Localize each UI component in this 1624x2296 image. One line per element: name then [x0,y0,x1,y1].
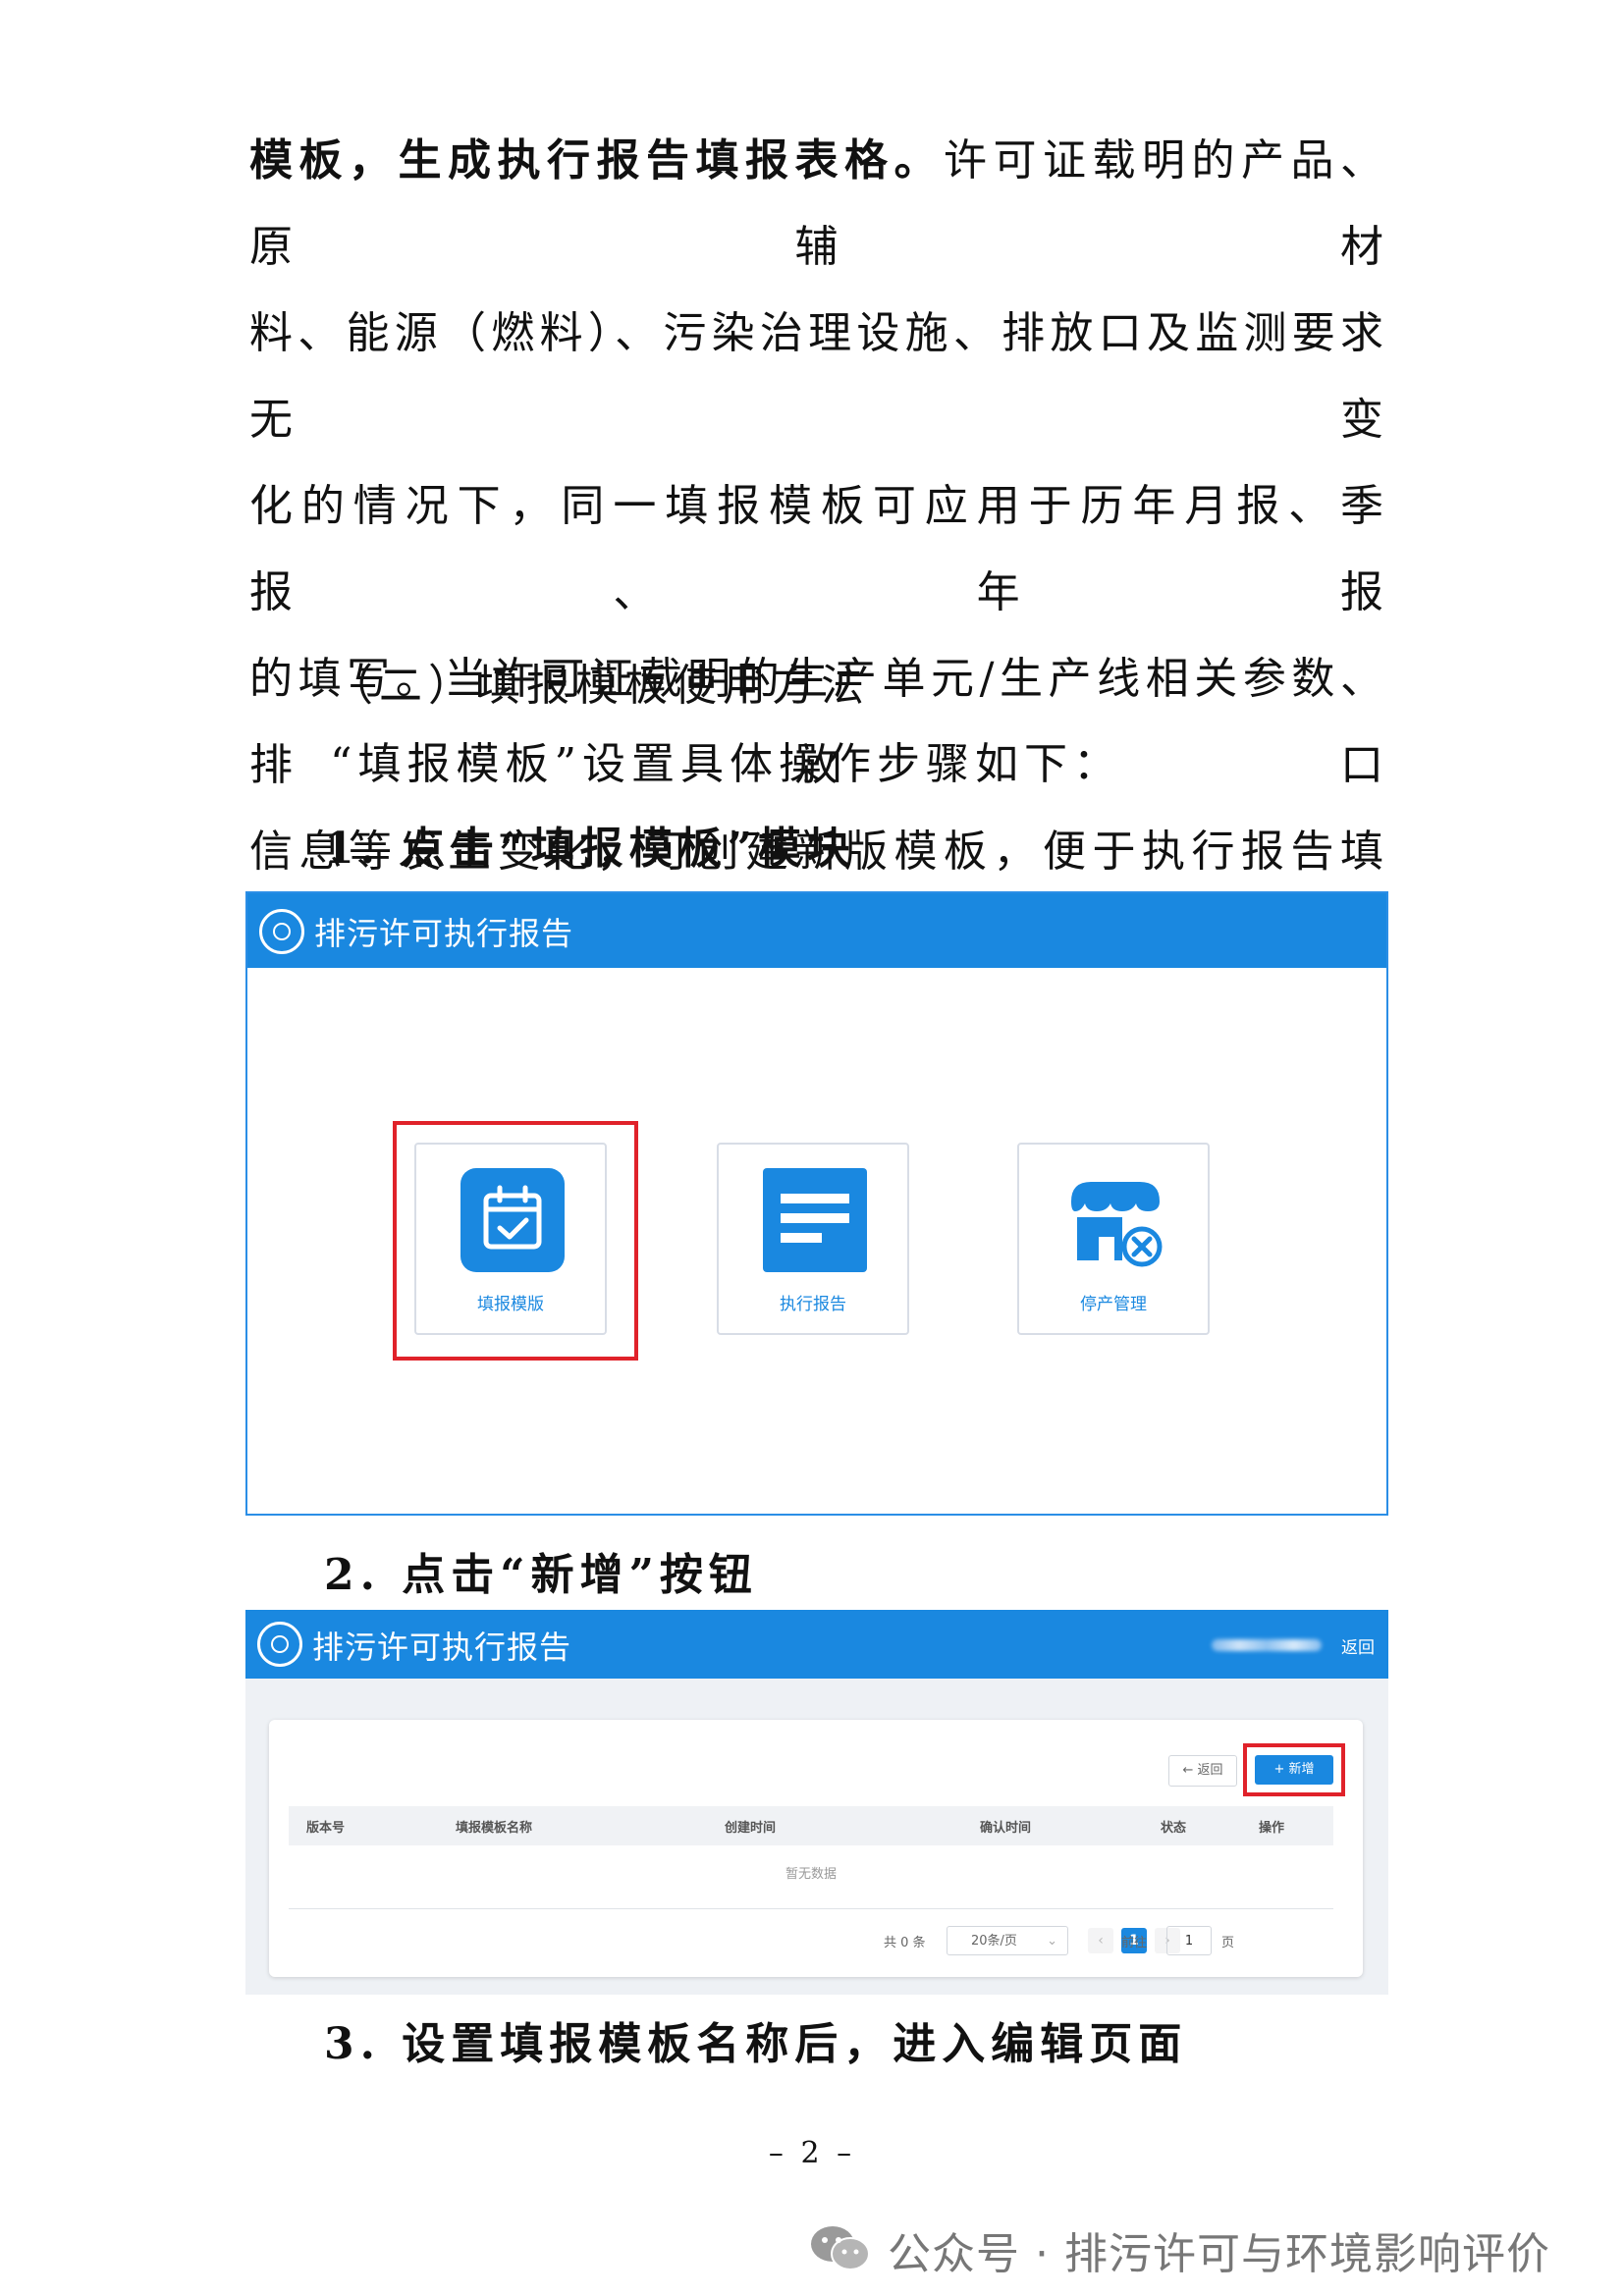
step-3-heading: 3. 设置填报模板名称后，进入编辑页面 [324,2008,1187,2071]
app-title: 排污许可执行报告 [312,1629,572,1666]
prev-page-button[interactable]: ‹ [1088,1928,1113,1953]
col-created: 创建时间 [725,1821,777,1836]
app-header: 排污许可执行报告 返回 [245,1610,1388,1679]
page-unit: 页 [1221,1936,1235,1950]
page-number: – 2 – [768,2136,856,2170]
step-1-number: 1. [324,824,381,874]
goto-page-input[interactable]: 1 [1166,1926,1212,1955]
step-3-number: 3. [324,2019,381,2069]
wechat-icon [811,2226,870,2270]
page-size-value: 20条/页 [971,1934,1017,1949]
template-list-card: ← 返回 + 新增 版本号 填报模板名称 创建时间 确认时间 状态 操作 暂无数… [269,1720,1363,1977]
col-template-name: 填报模板名称 [456,1821,533,1836]
table-divider [289,1908,1333,1909]
highlight-box [1243,1743,1345,1796]
back-button[interactable]: ← 返回 [1168,1755,1237,1787]
goto-label-visible: 前往 [1121,1936,1148,1950]
step-2-text: 点击“新增”按钮 [402,1550,758,1600]
paragraph-line-1: 模板，生成执行报告填报表格。许可证载明的产品、原辅材 [249,118,1388,291]
step-1-text: 点击“填报模板”模块 [402,824,856,874]
step-2-heading: 2. 点击“新增”按钮 [324,1539,758,1602]
step-3-text: 设置填报模板名称后，进入编辑页面 [402,2019,1188,2069]
col-actions: 操作 [1259,1821,1285,1836]
header-back-link[interactable]: 返回 [1341,1633,1375,1658]
mee-logo-icon [257,1622,302,1667]
chevron-down-icon: ⌄ [1047,1934,1057,1949]
paragraph-lead: 模板，生成执行报告填报表格。 [249,135,944,186]
col-version: 版本号 [306,1821,346,1836]
tile-shutdown-label: 停产管理 [1080,1295,1147,1314]
paragraph-line-2: 料、能源（燃料）、污染治理设施、排放口及监测要求无变 [249,308,1388,445]
table-header: 版本号 填报模板名称 创建时间 确认时间 状态 操作 [289,1806,1333,1845]
intro-text: “填报模板”设置具体操作步骤如下： [330,739,1122,789]
tile-report[interactable]: 执行报告 [717,1143,909,1335]
tile-shutdown[interactable]: 停产管理 [1017,1143,1210,1335]
col-confirmed: 确认时间 [980,1821,1032,1836]
mee-logo-icon [259,909,304,954]
document-lines-icon [763,1168,867,1272]
total-count: 共 0 条 [884,1936,926,1950]
section-heading: （二）填报模板使用方法 [330,661,870,711]
col-status: 状态 [1161,1821,1187,1836]
screenshot-template-list: 排污许可执行报告 返回 ← 返回 + 新增 版本号 填报模板名称 创建时间 确认… [245,1610,1388,1995]
tile-report-label: 执行报告 [780,1295,846,1314]
step-2-number: 2. [324,1550,381,1600]
highlight-box [393,1121,638,1361]
page-size-select[interactable]: 20条/页 ⌄ [947,1926,1068,1955]
step-1-heading: 1. 点击“填报模板”模块 [324,813,856,876]
paragraph-line-3: 化的情况下，同一填报模板可应用于历年月报、季报、年报 [249,481,1388,617]
empty-state: 暂无数据 [785,1867,837,1882]
app-header: 排污许可执行报告 [247,893,1386,968]
screenshot-home: 排污许可执行报告 填报模版 执行报告 停产管理 [245,891,1388,1516]
blurred-username [1212,1639,1322,1651]
footer-text: 公众号 · 排污许可与环境影响评价 [888,2229,1550,2279]
app-title: 排污许可执行报告 [314,915,574,952]
store-closed-icon [1063,1168,1167,1272]
